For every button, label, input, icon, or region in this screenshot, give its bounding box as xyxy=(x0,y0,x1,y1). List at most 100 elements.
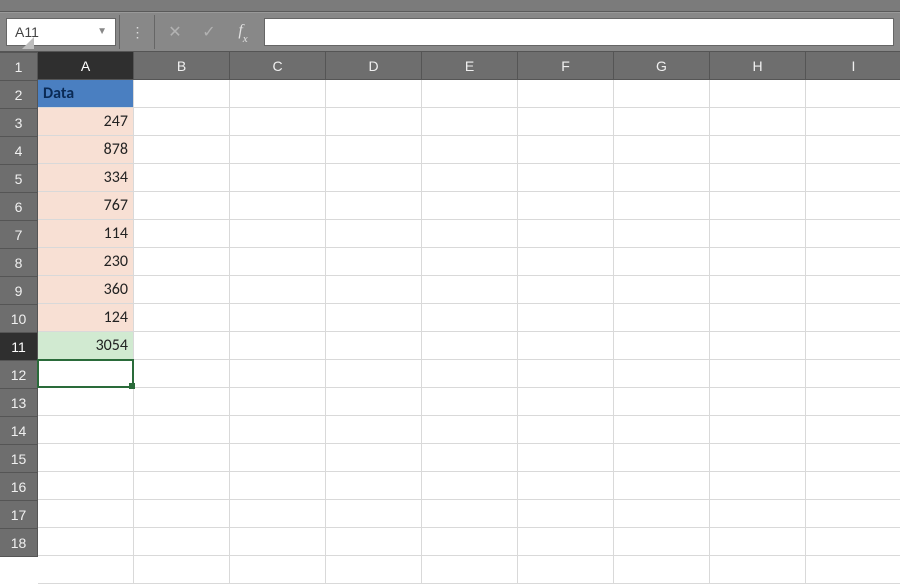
cell-H15[interactable] xyxy=(710,472,806,500)
cell-C2[interactable] xyxy=(230,108,326,136)
cell-A15[interactable] xyxy=(38,472,134,500)
cell-D3[interactable] xyxy=(326,136,422,164)
formula-input[interactable] xyxy=(264,18,894,46)
cell-I18[interactable] xyxy=(806,556,900,584)
cell-E13[interactable] xyxy=(422,416,518,444)
row-header-8[interactable]: 8 xyxy=(0,249,38,277)
column-header-E[interactable]: E xyxy=(422,52,518,80)
cell-I15[interactable] xyxy=(806,472,900,500)
cell-C14[interactable] xyxy=(230,444,326,472)
cell-G2[interactable] xyxy=(614,108,710,136)
cell-D7[interactable] xyxy=(326,248,422,276)
cell-I5[interactable] xyxy=(806,192,900,220)
cell-B7[interactable] xyxy=(134,248,230,276)
cell-D4[interactable] xyxy=(326,164,422,192)
cell-B1[interactable] xyxy=(134,80,230,108)
cell-G16[interactable] xyxy=(614,500,710,528)
cell-I3[interactable] xyxy=(806,136,900,164)
cell-C3[interactable] xyxy=(230,136,326,164)
cell-E1[interactable] xyxy=(422,80,518,108)
cell-F5[interactable] xyxy=(518,192,614,220)
cell-F7[interactable] xyxy=(518,248,614,276)
cell-A1[interactable]: Data xyxy=(38,80,134,108)
cell-G7[interactable] xyxy=(614,248,710,276)
cell-C6[interactable] xyxy=(230,220,326,248)
cell-grid[interactable]: Data2478783347671142303601243054 xyxy=(38,80,900,584)
cell-C9[interactable] xyxy=(230,304,326,332)
cell-H11[interactable] xyxy=(710,360,806,388)
cell-C16[interactable] xyxy=(230,500,326,528)
row-header-18[interactable]: 18 xyxy=(0,529,38,557)
cell-I4[interactable] xyxy=(806,164,900,192)
cell-E17[interactable] xyxy=(422,528,518,556)
cell-A4[interactable]: 334 xyxy=(38,164,134,192)
cell-I12[interactable] xyxy=(806,388,900,416)
cell-B10[interactable] xyxy=(134,332,230,360)
cell-F15[interactable] xyxy=(518,472,614,500)
cell-F9[interactable] xyxy=(518,304,614,332)
row-header-14[interactable]: 14 xyxy=(0,417,38,445)
cell-H12[interactable] xyxy=(710,388,806,416)
row-header-2[interactable]: 2 xyxy=(0,81,38,109)
cell-C5[interactable] xyxy=(230,192,326,220)
cell-H5[interactable] xyxy=(710,192,806,220)
column-header-F[interactable]: F xyxy=(518,52,614,80)
cell-I2[interactable] xyxy=(806,108,900,136)
cell-B2[interactable] xyxy=(134,108,230,136)
cell-G6[interactable] xyxy=(614,220,710,248)
cell-I16[interactable] xyxy=(806,500,900,528)
cell-E14[interactable] xyxy=(422,444,518,472)
cell-F14[interactable] xyxy=(518,444,614,472)
cell-H3[interactable] xyxy=(710,136,806,164)
cell-C17[interactable] xyxy=(230,528,326,556)
cell-F4[interactable] xyxy=(518,164,614,192)
cell-G17[interactable] xyxy=(614,528,710,556)
cell-H6[interactable] xyxy=(710,220,806,248)
cell-F8[interactable] xyxy=(518,276,614,304)
cell-F11[interactable] xyxy=(518,360,614,388)
cell-C18[interactable] xyxy=(230,556,326,584)
cell-E16[interactable] xyxy=(422,500,518,528)
accept-button[interactable]: ✓ xyxy=(192,12,226,52)
cell-F6[interactable] xyxy=(518,220,614,248)
cell-D5[interactable] xyxy=(326,192,422,220)
cell-I8[interactable] xyxy=(806,276,900,304)
cell-G10[interactable] xyxy=(614,332,710,360)
cell-A8[interactable]: 360 xyxy=(38,276,134,304)
cell-H14[interactable] xyxy=(710,444,806,472)
cell-D18[interactable] xyxy=(326,556,422,584)
cell-F10[interactable] xyxy=(518,332,614,360)
row-header-9[interactable]: 9 xyxy=(0,277,38,305)
cell-G8[interactable] xyxy=(614,276,710,304)
cell-H13[interactable] xyxy=(710,416,806,444)
cell-E12[interactable] xyxy=(422,388,518,416)
cell-E7[interactable] xyxy=(422,248,518,276)
cell-E3[interactable] xyxy=(422,136,518,164)
cell-A6[interactable]: 114 xyxy=(38,220,134,248)
row-header-11[interactable]: 11 xyxy=(0,333,38,361)
cell-G18[interactable] xyxy=(614,556,710,584)
cell-G11[interactable] xyxy=(614,360,710,388)
cell-B11[interactable] xyxy=(134,360,230,388)
cell-C4[interactable] xyxy=(230,164,326,192)
cell-F16[interactable] xyxy=(518,500,614,528)
cell-E6[interactable] xyxy=(422,220,518,248)
cell-D16[interactable] xyxy=(326,500,422,528)
cell-D9[interactable] xyxy=(326,304,422,332)
cell-G3[interactable] xyxy=(614,136,710,164)
cell-C15[interactable] xyxy=(230,472,326,500)
cell-E11[interactable] xyxy=(422,360,518,388)
cell-H8[interactable] xyxy=(710,276,806,304)
cell-H10[interactable] xyxy=(710,332,806,360)
cell-G14[interactable] xyxy=(614,444,710,472)
column-header-H[interactable]: H xyxy=(710,52,806,80)
cell-B12[interactable] xyxy=(134,388,230,416)
cell-F18[interactable] xyxy=(518,556,614,584)
column-header-A[interactable]: A xyxy=(38,52,134,80)
cell-G13[interactable] xyxy=(614,416,710,444)
cell-E15[interactable] xyxy=(422,472,518,500)
fx-button[interactable]: fx xyxy=(226,12,260,52)
cell-H2[interactable] xyxy=(710,108,806,136)
row-header-1[interactable]: 1 xyxy=(0,53,38,81)
cell-I1[interactable] xyxy=(806,80,900,108)
